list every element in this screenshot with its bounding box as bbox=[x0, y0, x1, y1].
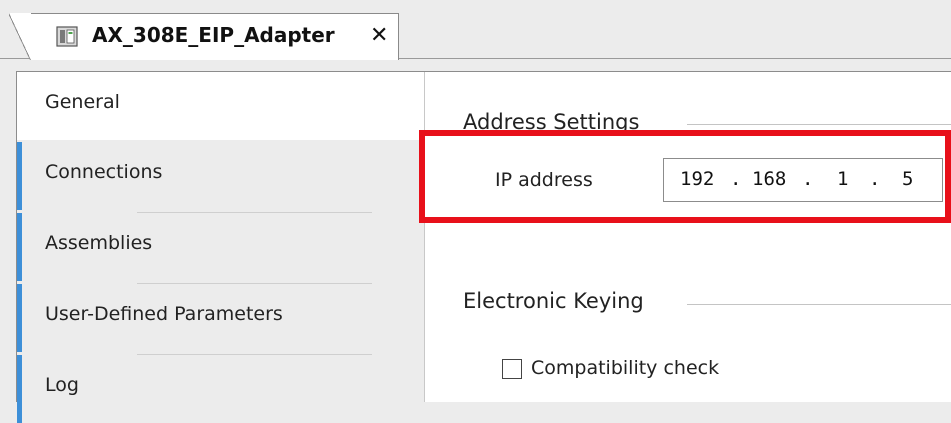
nav-item-user-defined-parameters[interactable]: User-Defined Parameters bbox=[17, 284, 424, 352]
device-editor-tab[interactable]: AX_308E_EIP_Adapter ✕ bbox=[9, 13, 399, 60]
compatibility-check-checkbox[interactable] bbox=[502, 359, 522, 379]
nav-item-label: General bbox=[45, 91, 120, 113]
general-settings-panel: Address Settings IP address 192 . 168 . … bbox=[425, 72, 951, 402]
ip-octet-1[interactable]: 192 bbox=[680, 168, 714, 190]
ip-octet-2[interactable]: 168 bbox=[752, 168, 786, 190]
tab-title: AX_308E_EIP_Adapter bbox=[92, 23, 335, 47]
nav-item-log[interactable]: Log bbox=[17, 355, 424, 423]
ip-separator: . bbox=[869, 168, 881, 190]
nav-item-general[interactable]: General bbox=[17, 72, 424, 140]
compatibility-check-label[interactable]: Compatibility check bbox=[531, 357, 719, 379]
editor-side-nav: General Connections Assemblies User-Defi… bbox=[17, 72, 425, 423]
device-editor: General Connections Assemblies User-Defi… bbox=[16, 71, 951, 423]
device-icon bbox=[56, 26, 78, 47]
address-settings-heading: Address Settings bbox=[463, 110, 640, 134]
ip-octet-4[interactable]: 5 bbox=[902, 168, 913, 190]
nav-item-label: Connections bbox=[45, 161, 163, 183]
nav-item-label: Assemblies bbox=[45, 232, 153, 254]
nav-item-label: User-Defined Parameters bbox=[45, 303, 283, 325]
ip-octet-3[interactable]: 1 bbox=[837, 168, 848, 190]
editor-tab-strip: AX_308E_EIP_Adapter ✕ bbox=[0, 0, 951, 60]
group-divider bbox=[687, 304, 951, 305]
electronic-keying-heading: Electronic Keying bbox=[463, 289, 644, 313]
group-divider bbox=[687, 124, 951, 125]
nav-item-label: Log bbox=[45, 374, 79, 396]
close-icon[interactable]: ✕ bbox=[370, 23, 388, 48]
ip-address-label: IP address bbox=[495, 169, 593, 191]
ip-separator: . bbox=[802, 168, 814, 190]
nav-item-connections[interactable]: Connections bbox=[17, 142, 424, 210]
ip-address-input[interactable]: 192 . 168 . 1 . 5 bbox=[663, 158, 943, 202]
nav-item-assemblies[interactable]: Assemblies bbox=[17, 213, 424, 281]
ip-separator: . bbox=[730, 168, 742, 190]
